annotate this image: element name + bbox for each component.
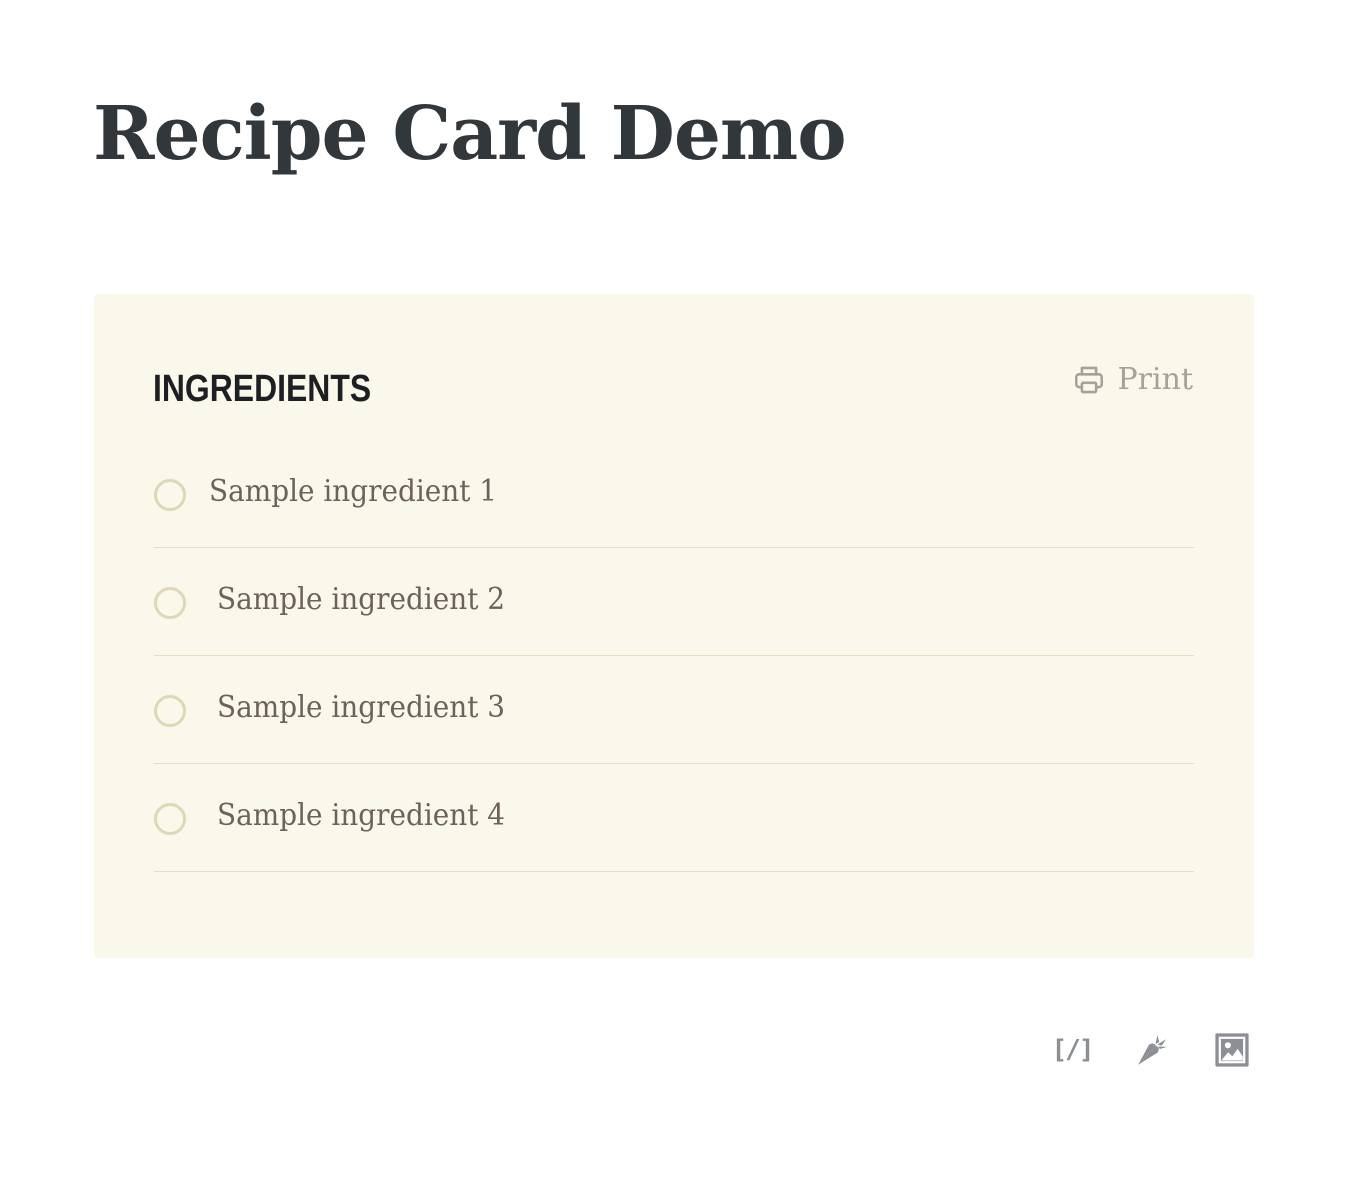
- image-button[interactable]: [1212, 1030, 1252, 1070]
- ingredients-heading: INGREDIENTS: [153, 368, 372, 410]
- printer-icon: [1074, 366, 1103, 394]
- ingredients-list: Sample ingredient 1 Sample ingredient 2 …: [154, 440, 1194, 872]
- ingredient-label: Sample ingredient 4: [217, 798, 506, 833]
- ingredient-checkbox[interactable]: [154, 479, 186, 511]
- recipe-card: INGREDIENTS Print Sample ingredient 1 Sa…: [94, 294, 1254, 958]
- ingredient-checkbox[interactable]: [154, 695, 186, 727]
- block-toolbar: [/]: [1050, 1030, 1260, 1070]
- print-label: Print: [1117, 362, 1194, 397]
- image-icon: [1215, 1033, 1249, 1067]
- ingredient-item: Sample ingredient 1: [154, 440, 1194, 548]
- ingredient-item: Sample ingredient 3: [154, 656, 1194, 764]
- ingredient-item: Sample ingredient 2: [154, 548, 1194, 656]
- page-title: Recipe Card Demo: [93, 91, 847, 177]
- ingredient-label: Sample ingredient 2: [217, 582, 506, 617]
- shortcode-icon: [/]: [1051, 1035, 1095, 1065]
- print-button[interactable]: Print: [1072, 360, 1194, 400]
- ingredient-item: Sample ingredient 4: [154, 764, 1194, 872]
- carrot-button[interactable]: [1132, 1030, 1172, 1070]
- carrot-icon: [1138, 1035, 1167, 1065]
- shortcode-button[interactable]: [/]: [1050, 1030, 1095, 1070]
- ingredient-checkbox[interactable]: [154, 803, 186, 835]
- ingredient-label: Sample ingredient 1: [209, 474, 498, 509]
- ingredient-label: Sample ingredient 3: [217, 690, 506, 725]
- ingredient-checkbox[interactable]: [154, 587, 186, 619]
